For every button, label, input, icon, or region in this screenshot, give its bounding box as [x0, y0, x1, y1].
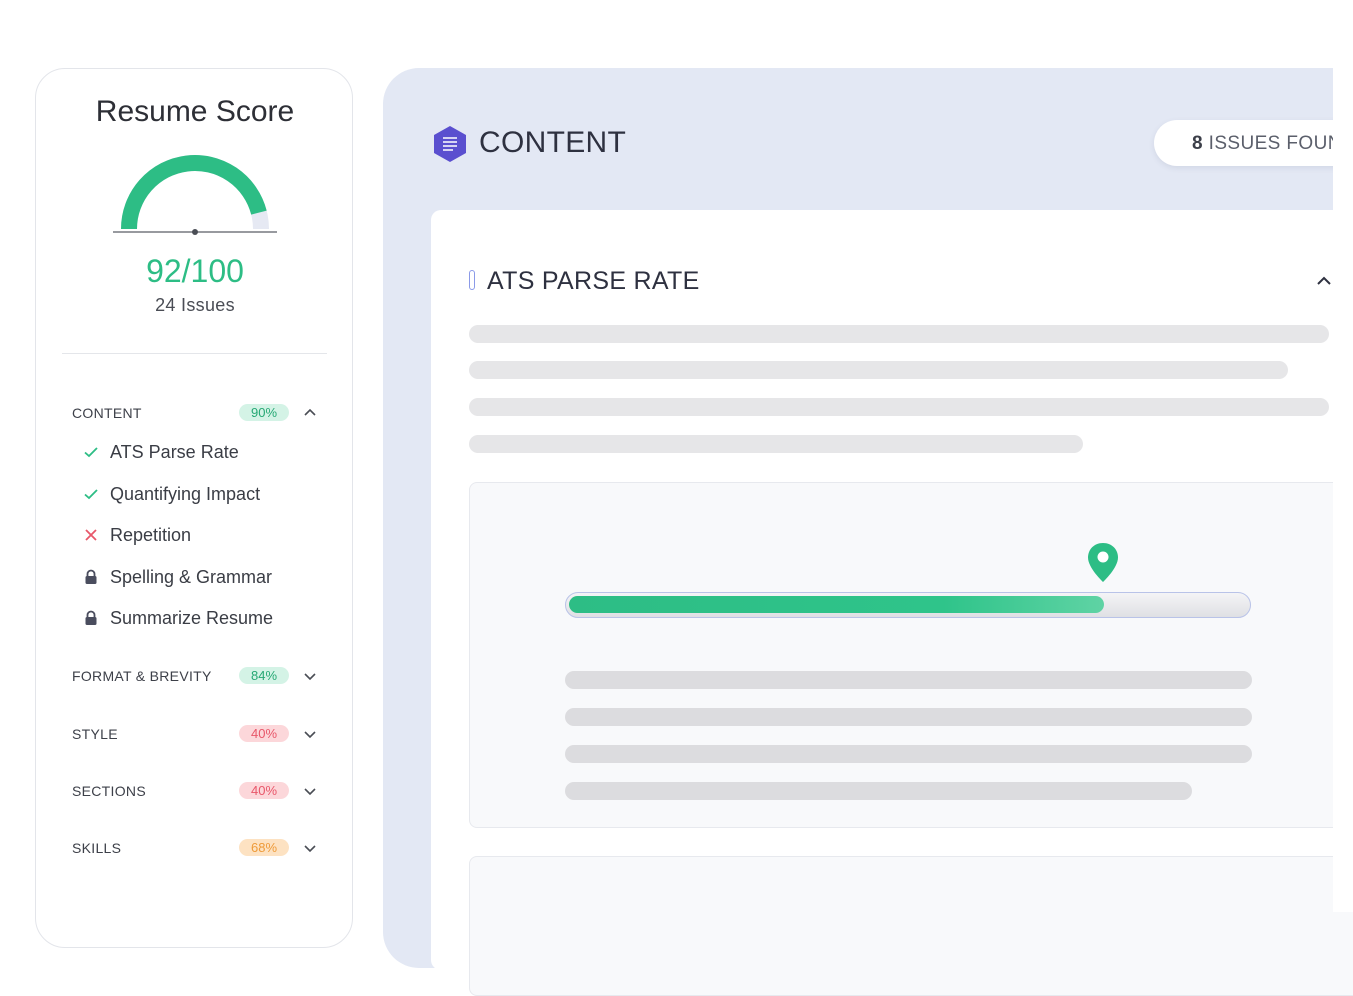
score-title: Resume Score	[95, 95, 295, 128]
category-percent-badge: 68%	[239, 839, 289, 856]
score-gauge	[113, 155, 277, 235]
score-card: Resume Score 92/100 24 Issues CONTENT 90…	[35, 68, 353, 948]
text-placeholder-line	[565, 671, 1252, 689]
text-placeholder-line	[565, 745, 1252, 763]
divider	[62, 353, 327, 354]
sub-item-label: Quantifying Impact	[110, 484, 261, 504]
sub-item-label: Summarize Resume	[110, 608, 274, 628]
gauge-fill	[121, 155, 267, 230]
metric-title: ATS PARSE RATE	[487, 267, 700, 295]
text-placeholder-line	[565, 708, 1252, 726]
issues-count: 24 Issues	[155, 295, 235, 315]
check-icon	[84, 447, 98, 458]
category-content[interactable]: CONTENT 90%	[72, 401, 322, 425]
category-sections[interactable]: SECTIONS 40%	[72, 779, 322, 803]
score-value: 92/100	[146, 253, 244, 289]
chevron-down-icon[interactable]	[302, 783, 318, 799]
category-percent-badge: 84%	[239, 667, 289, 684]
issues-found-count: 8	[1192, 133, 1203, 154]
gauge-needle-pivot	[192, 229, 198, 235]
sub-item-label: Repetition	[110, 525, 192, 545]
chevron-up-icon[interactable]	[302, 405, 318, 421]
text-placeholder-line	[469, 398, 1329, 416]
sub-item-spelling-grammar[interactable]: Spelling & Grammar	[82, 565, 322, 589]
category-label: SECTIONS	[72, 783, 146, 799]
document-lines-icon	[434, 126, 466, 162]
sub-item-repetition[interactable]: Repetition	[82, 523, 322, 547]
issues-found-text: 8 ISSUES FOUND	[1192, 133, 1353, 155]
cross-icon	[85, 529, 97, 541]
chevron-down-icon[interactable]	[302, 726, 318, 742]
sub-item-label: Spelling & Grammar	[110, 567, 273, 587]
category-label: FORMAT & BREVITY	[72, 668, 212, 684]
category-label: SKILLS	[72, 840, 122, 856]
text-placeholder-line	[469, 325, 1329, 343]
category-skills[interactable]: SKILLS 68%	[72, 836, 322, 860]
category-format-brevity[interactable]: FORMAT & BREVITY 84%	[72, 664, 322, 688]
text-placeholder-line	[565, 782, 1192, 800]
category-percent-badge: 40%	[239, 725, 289, 742]
chevron-down-icon[interactable]	[302, 668, 318, 684]
category-percent-badge: 40%	[239, 782, 289, 799]
location-pin-icon	[1088, 543, 1118, 582]
issues-found-label: ISSUES FOUND	[1202, 133, 1353, 154]
metric-marker	[469, 270, 475, 290]
lock-icon	[85, 610, 97, 625]
section-title: CONTENT	[479, 126, 627, 159]
issues-found-badge[interactable]: 8 ISSUES FOUND	[1154, 120, 1353, 166]
metric-detail-card: ATS PARSE RATE	[431, 210, 1353, 996]
sub-item-ats-parse-rate[interactable]: ATS Parse Rate	[82, 440, 322, 464]
check-icon	[84, 489, 98, 500]
parse-rate-preview	[469, 482, 1353, 828]
text-placeholder-line	[469, 435, 1083, 453]
content-panel: CONTENT 8 ISSUES FOUND ATS PARSE RATE	[383, 68, 1353, 996]
category-label: CONTENT	[72, 405, 142, 421]
sub-item-label: ATS Parse Rate	[110, 442, 239, 462]
progress-fill	[569, 596, 1104, 613]
window-edge	[1333, 0, 1353, 912]
lock-icon	[85, 569, 97, 584]
parse-rate-progress-bar	[565, 592, 1251, 618]
sub-item-quantifying-impact[interactable]: Quantifying Impact	[82, 482, 322, 506]
sub-item-summarize-resume[interactable]: Summarize Resume	[82, 606, 322, 630]
chevron-down-icon[interactable]	[302, 840, 318, 856]
text-placeholder-line	[469, 361, 1288, 379]
category-percent-badge: 90%	[239, 404, 289, 421]
category-style[interactable]: STYLE 40%	[72, 722, 322, 746]
chevron-up-icon[interactable]	[1315, 272, 1333, 290]
category-label: STYLE	[72, 726, 118, 742]
next-preview-box	[469, 856, 1353, 996]
